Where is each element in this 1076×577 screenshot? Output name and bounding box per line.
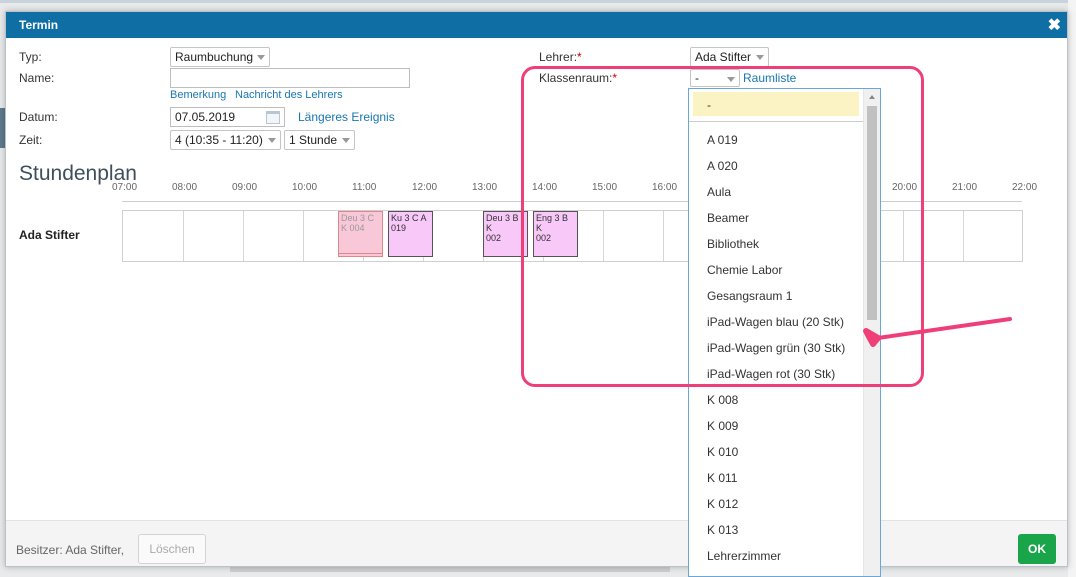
lesson-block[interactable]: Deu 3 C K 004: [338, 211, 383, 257]
dropdown-option[interactable]: K 011: [689, 464, 863, 490]
grid-column: [183, 211, 184, 261]
grid-column: [303, 211, 304, 261]
background-right-edge: [1068, 0, 1076, 577]
dropdown-option[interactable]: K 009: [689, 412, 863, 438]
owner-text: Besitzer: Ada Stifter,: [16, 543, 125, 557]
dauer-select-value: 1 Stunde: [289, 133, 338, 147]
datum-label: Datum:: [19, 110, 58, 124]
timeline-tick: 10:00: [292, 182, 318, 193]
timeline-tick: 13:00: [472, 182, 498, 193]
dialog-titlebar: Termin ✖: [6, 12, 1067, 38]
chevron-down-icon: [756, 55, 764, 60]
background-page: [0, 0, 1076, 3]
datum-input[interactable]: 07.05.2019: [170, 107, 285, 127]
dropdown-option[interactable]: K 010: [689, 438, 863, 464]
dropdown-option[interactable]: K 013: [689, 516, 863, 542]
chevron-down-icon: [342, 138, 350, 143]
lesson-block[interactable]: Ku 3 C A 019: [388, 211, 433, 257]
zeit-select[interactable]: 4 (10:35 - 11:20): [170, 130, 281, 150]
lehrer-label: Lehrer:*: [539, 50, 582, 64]
delete-button[interactable]: Löschen: [138, 534, 206, 564]
dialog-footer: Besitzer: Ada Stifter, Löschen OK: [6, 520, 1067, 566]
typ-select-value: Raumbuchung: [175, 50, 254, 64]
lehrer-select[interactable]: Ada Stifter: [690, 47, 769, 67]
lesson-line2: 002: [486, 233, 502, 243]
grid-column: [963, 211, 964, 261]
chevron-down-icon: [268, 138, 276, 143]
timeline-tick: 21:00: [952, 182, 978, 193]
timeline-tick: 09:00: [232, 182, 258, 193]
annotation-arrow-icon: [863, 317, 1012, 347]
typ-select[interactable]: Raumbuchung: [170, 47, 270, 67]
grid-column: [243, 211, 244, 261]
timeline-tick: 08:00: [172, 182, 198, 193]
timeline-tick: 22:00: [1012, 182, 1038, 193]
timeline-tick: 12:00: [412, 182, 438, 193]
name-input[interactable]: [170, 68, 410, 88]
lesson-line1: Ku 3 C A: [391, 213, 427, 223]
lehrer-label-text: Lehrer:: [539, 50, 578, 64]
timeline-tick: 07:00: [112, 182, 138, 193]
dauer-select[interactable]: 1 Stunde: [284, 130, 355, 150]
required-mark: *: [577, 50, 582, 64]
zeit-select-value: 4 (10:35 - 11:20): [175, 133, 263, 147]
timeline-tick: 11:00: [352, 182, 377, 193]
chevron-down-icon: [257, 55, 265, 60]
lesson-line1: Deu 3 C: [341, 213, 375, 223]
nachricht-link[interactable]: Nachricht des Lehrers: [235, 89, 343, 101]
close-icon[interactable]: ✖: [1048, 15, 1061, 35]
zeit-label: Zeit:: [19, 133, 43, 147]
dropdown-option[interactable]: Lehrerzimmer: [689, 542, 863, 568]
dropdown-option[interactable]: K 012: [689, 490, 863, 516]
ok-button[interactable]: OK: [1018, 534, 1056, 564]
lesson-line2: K 004: [341, 223, 365, 233]
lesson-line2: 019: [391, 223, 407, 233]
laengeres-ereignis-link[interactable]: Längeres Ereignis: [298, 110, 395, 124]
calendar-icon[interactable]: [266, 111, 280, 124]
lesson-line1: Deu 3 B K: [486, 213, 519, 233]
dialog-title: Termin: [19, 18, 59, 32]
datum-value: 07.05.2019: [175, 110, 236, 124]
name-label: Name:: [19, 71, 55, 85]
lehrer-select-value: Ada Stifter: [695, 50, 752, 64]
dropdown-option[interactable]: Lesesaal 014: [689, 568, 863, 576]
typ-label: Typ:: [19, 50, 42, 64]
bemerkung-link[interactable]: Bemerkung: [170, 89, 226, 101]
dropdown-option[interactable]: K 008: [689, 386, 863, 412]
schedule-teacher-name: Ada Stifter: [19, 228, 80, 242]
